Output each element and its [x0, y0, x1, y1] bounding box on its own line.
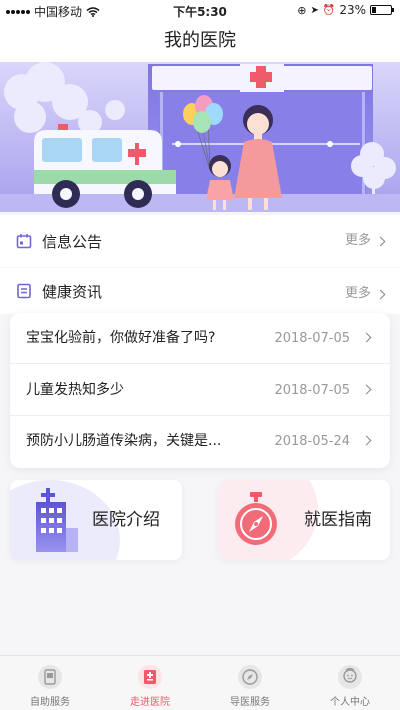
compass-icon [238, 665, 262, 689]
news-date: 2018-05-24 [274, 434, 350, 449]
notice-label: 信息公告 [42, 232, 103, 251]
news-list-card: 宝宝化验前，你做好准备了吗? 2018-07-05 儿童发热知多少 2018-0… [10, 313, 390, 468]
chevron-right-icon [361, 435, 372, 446]
self-service-icon [38, 665, 62, 689]
notice-section[interactable]: 信息公告 更多 [0, 215, 400, 267]
tab-self-service[interactable]: 自助服务 [0, 656, 100, 710]
tab-profile[interactable]: 个人中心 [300, 656, 400, 710]
document-icon [17, 283, 31, 299]
news-item[interactable]: 预防小儿肠道传染病，关键是... 2018-05-24 [10, 416, 390, 467]
battery-level [372, 7, 376, 13]
calendar-icon [16, 234, 32, 249]
chevron-right-icon [375, 236, 386, 246]
chevron-right-icon [375, 289, 386, 299]
tab-guide-service[interactable]: 导医服务 [200, 656, 300, 710]
tab-hospital[interactable]: 走进医院 [100, 656, 200, 710]
location-icon: ➤ [310, 4, 319, 16]
tab-label: 导医服务 [230, 697, 270, 708]
medical-guide-tile[interactable]: 就医指南 [218, 480, 390, 560]
chevron-right-icon [361, 332, 372, 343]
news-title: 儿童发热知多少 [26, 382, 124, 398]
status-right: ⊕ ➤ ⏰ 23% [297, 3, 394, 17]
rotation-lock-icon: ⊕ [297, 3, 307, 17]
news-item[interactable]: 宝宝化验前，你做好准备了吗? 2018-07-05 [10, 313, 390, 364]
bottom-tab-bar: 自助服务 走进医院 导医服务 个人中心 [0, 655, 400, 710]
battery-percent: 23% [339, 3, 366, 17]
tab-label: 自助服务 [30, 697, 70, 708]
health-news-section[interactable]: 健康资讯 更多 [0, 268, 400, 314]
news-title: 预防小儿肠道传染病，关键是... [26, 433, 222, 449]
status-bar: 中国移动 下午5:30 ⊕ ➤ ⏰ 23% [0, 0, 400, 20]
health-news-label: 健康资讯 [42, 282, 103, 301]
alarm-icon: ⏰ [322, 4, 336, 16]
battery-icon [370, 5, 394, 15]
news-item[interactable]: 儿童发热知多少 2018-07-05 [10, 365, 390, 416]
tab-label: 走进医院 [130, 697, 170, 708]
hospital-intro-tile[interactable]: 医院介绍 [10, 480, 182, 560]
banner-illustration [0, 62, 400, 212]
compass-stopwatch-icon [235, 492, 277, 545]
notice-more-label: 更多 [344, 233, 371, 248]
tab-label: 个人中心 [330, 697, 370, 708]
page-title: 我的医院 [164, 30, 236, 51]
profile-icon [338, 665, 362, 689]
hospital-banner[interactable] [0, 62, 400, 212]
news-date: 2018-07-05 [274, 331, 350, 346]
notice-more-link[interactable]: 更多 [344, 215, 386, 267]
chevron-right-icon [361, 384, 372, 395]
medical-guide-label: 就医指南 [304, 510, 372, 530]
news-date: 2018-07-05 [274, 383, 350, 398]
hospital-icon [138, 665, 162, 689]
nav-bar: 我的医院 [0, 20, 400, 62]
hospital-building-icon [36, 488, 78, 552]
hospital-intro-label: 医院介绍 [92, 510, 160, 530]
news-title: 宝宝化验前，你做好准备了吗? [26, 330, 216, 346]
